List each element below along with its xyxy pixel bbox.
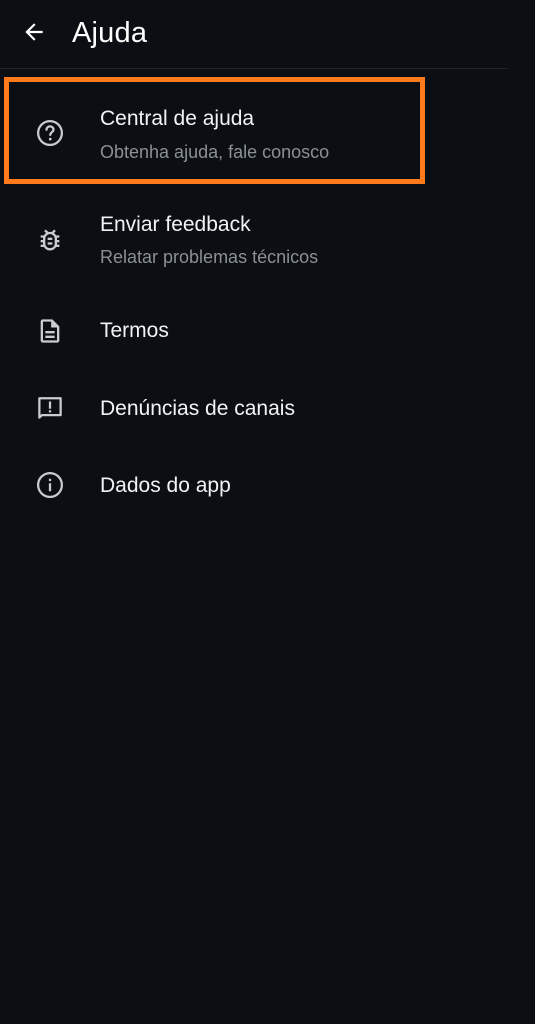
report-icon bbox=[34, 391, 66, 423]
menu-item-label: Dados do app bbox=[100, 474, 231, 497]
menu-item-label: Termos bbox=[100, 319, 169, 342]
document-icon bbox=[34, 315, 66, 347]
page-title: Ajuda bbox=[72, 17, 148, 49]
menu-item-help-center[interactable]: Central de ajuda Obtenha ajuda, fale con… bbox=[0, 84, 535, 182]
app-bar: Ajuda bbox=[0, 0, 535, 68]
menu-item-label: Denúncias de canais bbox=[100, 397, 295, 420]
menu-item-label: Enviar feedback bbox=[100, 213, 251, 236]
menu-item-sublabel: Relatar problemas técnicos bbox=[100, 247, 319, 267]
menu-item-send-feedback[interactable]: Enviar feedback Relatar problemas técnic… bbox=[0, 190, 535, 288]
info-icon bbox=[34, 469, 66, 501]
menu-item-app-data[interactable]: Dados do app bbox=[0, 448, 535, 522]
help-circle-icon bbox=[34, 117, 66, 149]
arrow-back-icon bbox=[21, 19, 47, 45]
divider bbox=[0, 68, 508, 69]
back-button[interactable] bbox=[16, 14, 52, 50]
menu-item-label: Central de ajuda bbox=[100, 107, 255, 130]
bug-icon bbox=[34, 224, 66, 256]
menu-item-channel-reports[interactable]: Denúncias de canais bbox=[0, 371, 535, 445]
menu-item-sublabel: Obtenha ajuda, fale conosco bbox=[100, 142, 330, 162]
menu-item-terms[interactable]: Termos bbox=[0, 294, 535, 368]
